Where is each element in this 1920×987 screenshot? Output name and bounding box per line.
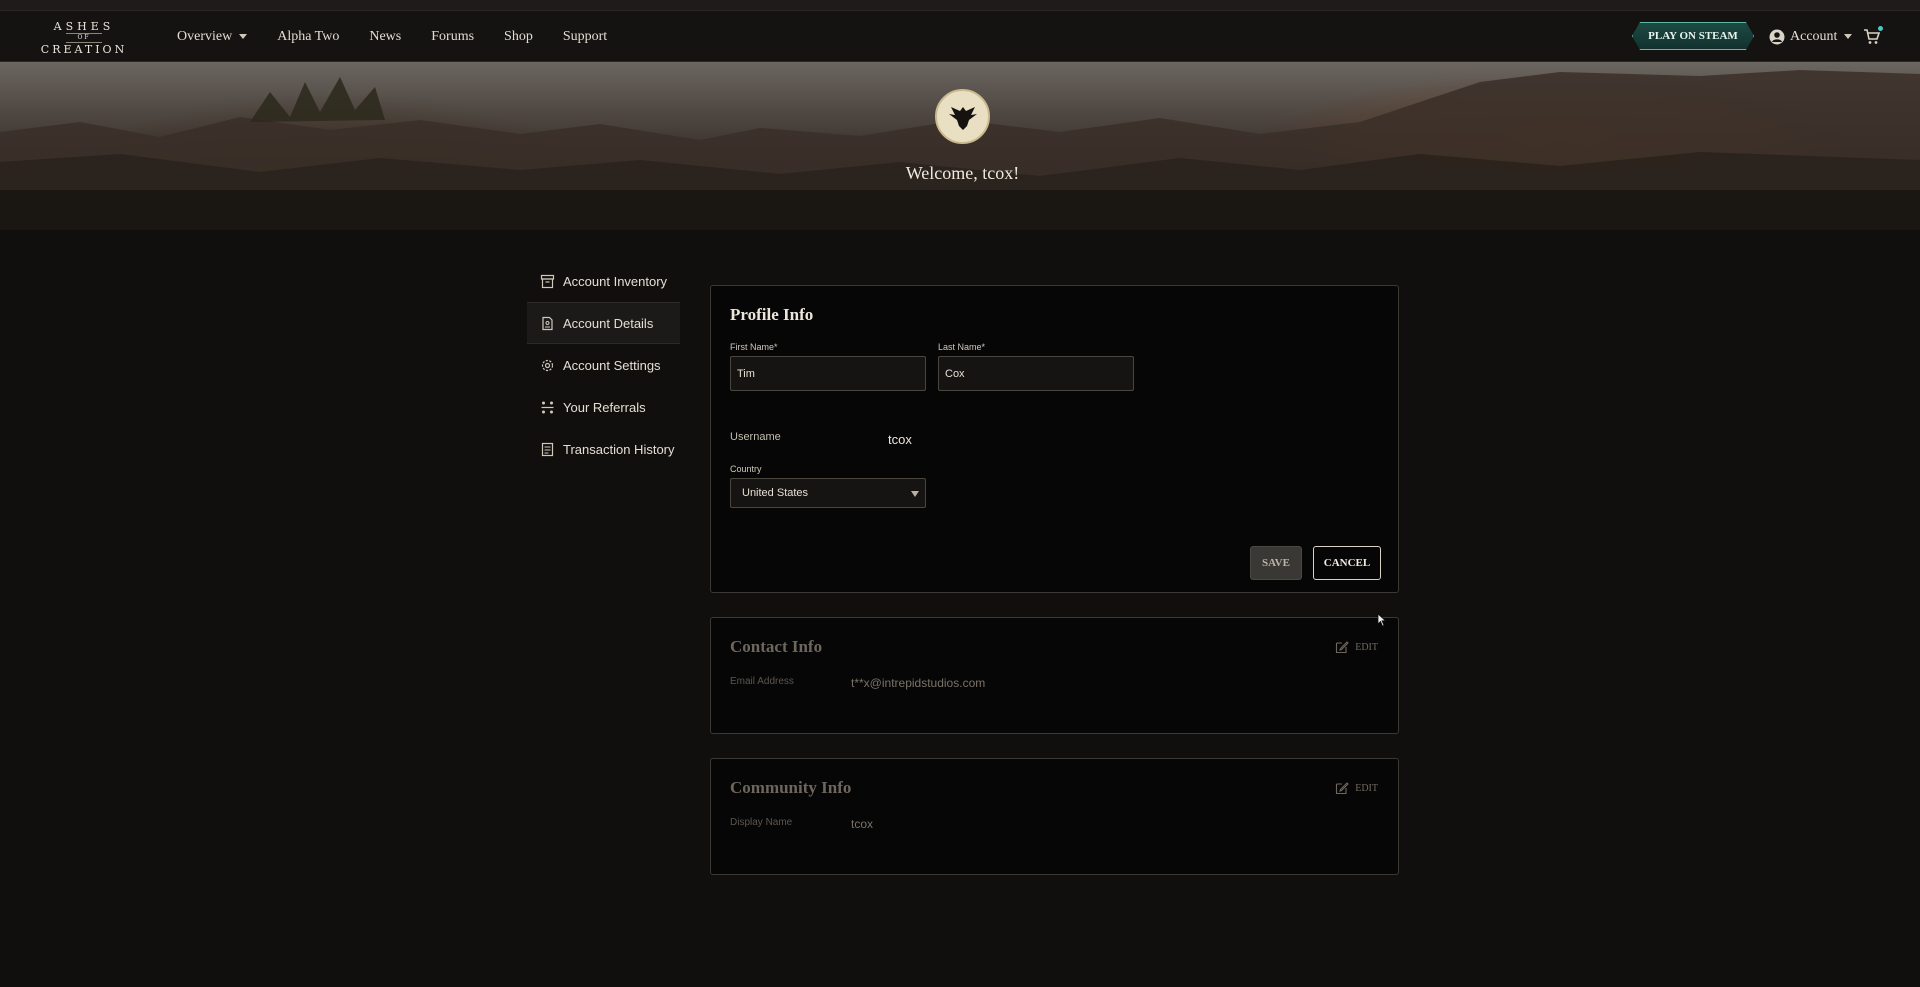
nav-shop-label: Shop — [504, 28, 533, 44]
gear-icon — [541, 359, 554, 371]
eagle-crest-icon — [948, 106, 977, 130]
country-selected-value: United States — [742, 487, 809, 499]
country-select[interactable]: United States — [730, 478, 926, 508]
chevron-down-icon — [911, 491, 919, 497]
sidebar-item-label: Account Settings — [563, 357, 661, 373]
top-navbar: ASHES OF CREATION Overview Alpha Two New… — [0, 11, 1920, 62]
sidebar-item-account-settings[interactable]: Account Settings — [527, 344, 680, 386]
chevron-down-icon — [239, 34, 248, 39]
first-name-label: First Name* — [730, 342, 778, 352]
country-label: Country — [730, 464, 762, 474]
edit-pencil-icon — [1336, 782, 1349, 795]
user-circle-icon — [1769, 29, 1785, 44]
account-menu-label: Account — [1790, 28, 1838, 44]
logo-line-2: OF — [66, 33, 102, 43]
browser-top-strip — [0, 0, 1920, 11]
profile-info-title: Profile Info — [730, 305, 814, 324]
archive-box-icon — [540, 274, 555, 288]
nav-news-label: News — [369, 28, 402, 44]
hero-banner — [0, 62, 1920, 230]
contact-edit-label: EDIT — [1355, 641, 1378, 653]
display-name-label: Display Name — [730, 817, 793, 828]
cart-badge — [1878, 26, 1883, 31]
username-value: tcox — [888, 432, 912, 447]
profile-info-panel: Profile Info First Name* Last Name* User… — [710, 285, 1399, 593]
edit-pencil-icon — [1336, 641, 1349, 654]
community-info-title: Community Info — [730, 778, 852, 797]
nav-support-label: Support — [562, 28, 608, 44]
display-name-value: tcox — [851, 817, 874, 831]
play-on-steam-button[interactable]: PLAY ON STEAM — [1632, 22, 1754, 50]
user-avatar — [935, 89, 990, 144]
site-logo[interactable]: ASHES OF CREATION — [40, 20, 128, 56]
last-name-field[interactable] — [938, 356, 1134, 391]
referral-icon — [541, 401, 554, 413]
document-icon — [542, 316, 553, 330]
main-nav: Overview Alpha Two News Forums Shop Supp… — [177, 11, 637, 62]
account-menu[interactable]: Account — [1769, 11, 1853, 62]
logo-line-3: CREATION — [40, 43, 128, 56]
nav-overview[interactable]: Overview — [177, 28, 248, 45]
nav-shop[interactable]: Shop — [504, 29, 533, 45]
community-edit-label: EDIT — [1355, 782, 1378, 794]
sidebar-item-label: Your Referrals — [563, 399, 646, 415]
nav-support[interactable]: Support — [563, 29, 607, 45]
sidebar-item-your-referrals[interactable]: Your Referrals — [527, 386, 680, 428]
nav-overview-label: Overview — [177, 28, 233, 44]
receipt-icon — [541, 442, 554, 456]
contact-edit-button[interactable]: EDIT — [1335, 640, 1378, 654]
email-label: Email Address — [730, 676, 794, 687]
first-name-field[interactable] — [730, 356, 926, 391]
community-info-panel: Community Info EDIT Display Name tcox — [710, 758, 1399, 875]
sidebar-item-label: Transaction History — [563, 441, 675, 457]
sidebar-item-account-inventory[interactable]: Account Inventory — [527, 260, 680, 302]
nav-alpha-two[interactable]: Alpha Two — [277, 29, 339, 45]
contact-info-panel: Contact Info EDIT Email Address t**x@int… — [710, 617, 1399, 734]
username-label: Username — [730, 431, 781, 443]
nav-news[interactable]: News — [369, 29, 401, 45]
sidebar-item-label: Account Details — [563, 315, 654, 331]
account-sidebar: Account Inventory Account Details Accoun… — [527, 260, 680, 470]
chevron-down-icon — [1844, 34, 1853, 39]
nav-forums-label: Forums — [431, 28, 475, 44]
save-button[interactable]: SAVE — [1250, 546, 1302, 580]
cancel-button[interactable]: CANCEL — [1313, 546, 1381, 580]
welcome-message: Welcome, tcox! — [905, 163, 1020, 183]
sidebar-item-account-details[interactable]: Account Details — [527, 302, 680, 344]
logo-line-1: ASHES — [53, 20, 115, 33]
sidebar-item-transaction-history[interactable]: Transaction History — [527, 428, 680, 470]
contact-info-title: Contact Info — [730, 637, 823, 656]
last-name-label: Last Name* — [938, 342, 986, 352]
landscape-background — [0, 70, 1920, 230]
email-value: t**x@intrepidstudios.com — [851, 676, 986, 690]
community-edit-button[interactable]: EDIT — [1335, 781, 1378, 795]
nav-forums[interactable]: Forums — [431, 29, 474, 45]
nav-alpha-two-label: Alpha Two — [277, 28, 340, 44]
mouse-cursor-icon — [1377, 613, 1387, 627]
sidebar-item-label: Account Inventory — [563, 273, 668, 289]
